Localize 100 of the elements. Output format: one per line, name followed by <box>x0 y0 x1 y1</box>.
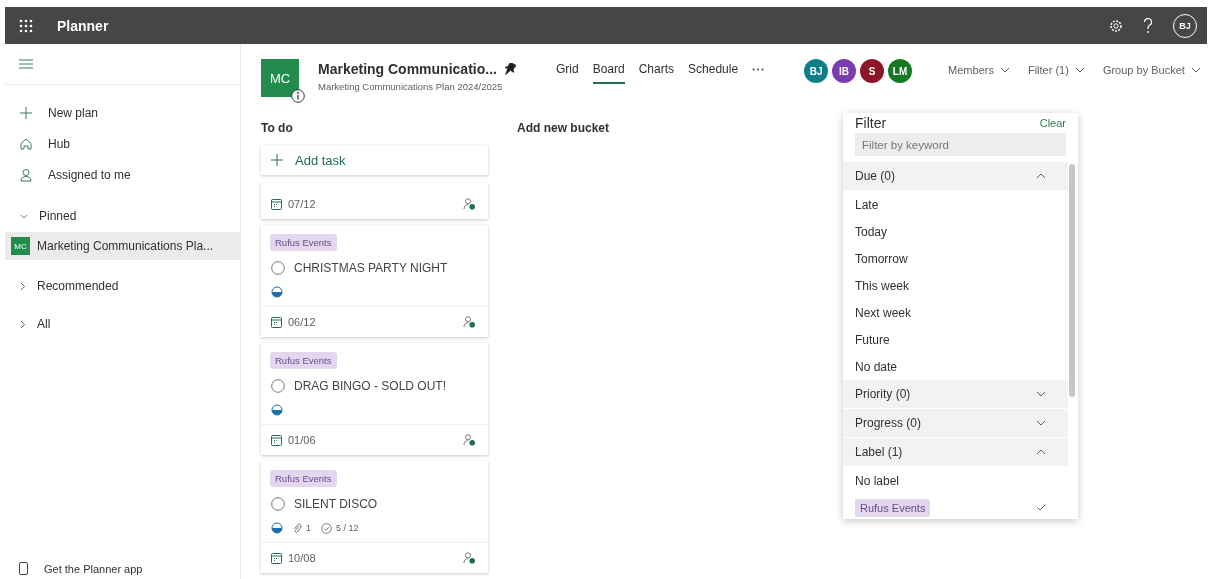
settings-icon[interactable] <box>1109 18 1123 33</box>
member-avatar[interactable]: LM <box>888 59 913 83</box>
filter-section-header[interactable]: Due (0) <box>843 162 1068 190</box>
task-card[interactable]: Rufus Events DRAG BINGO - SOLD OUT! 01/06 <box>261 343 488 455</box>
complete-checkbox[interactable] <box>271 379 285 393</box>
filter-option[interactable]: Late <box>843 191 1068 218</box>
plan-badge: MC <box>11 237 30 255</box>
home-icon <box>19 136 33 151</box>
more-icon[interactable] <box>752 68 765 71</box>
nav-item[interactable]: Assigned to me <box>48 167 131 182</box>
option-label: Late <box>855 197 879 212</box>
assign-icon[interactable] <box>463 434 476 446</box>
assign-icon[interactable] <box>463 316 476 328</box>
task-card[interactable]: Rufus Events SILENT DISCO 1 5 / 12 10/08 <box>261 461 488 573</box>
calendar-icon <box>271 316 282 328</box>
complete-checkbox[interactable] <box>271 261 285 275</box>
section-header[interactable]: Recommended <box>37 279 119 293</box>
chevron-icon[interactable] <box>20 319 26 329</box>
bucket-title: To do <box>261 120 294 137</box>
task-title: CHRISTMAS PARTY NIGHT <box>294 261 448 275</box>
toolbar-dropdown[interactable]: Members <box>948 64 1010 76</box>
chevron-icon[interactable] <box>1036 449 1046 455</box>
nav-item[interactable]: New plan <box>48 105 99 120</box>
filter-option[interactable]: No label <box>843 467 1068 494</box>
filter-option[interactable]: Today <box>843 218 1068 245</box>
scrollbar[interactable] <box>1069 164 1075 397</box>
option-label: Today <box>855 224 888 239</box>
task-card[interactable]: 07/12 <box>261 183 488 219</box>
calendar-icon <box>271 198 282 210</box>
pin-icon[interactable] <box>503 62 516 76</box>
chevron-icon[interactable] <box>20 281 26 291</box>
due-date: 01/06 <box>288 434 316 446</box>
phone-icon[interactable] <box>19 562 28 575</box>
add-task-button[interactable]: Add task <box>261 145 488 175</box>
member-avatar[interactable]: BJ <box>804 59 829 83</box>
filter-section-header[interactable]: Progress (0) <box>843 409 1068 437</box>
add-bucket-link[interactable]: Add new bucket <box>517 117 609 139</box>
check-icon <box>1037 504 1046 511</box>
filter-option[interactable]: Future <box>843 326 1068 353</box>
option-label: Tomorrow <box>855 251 908 266</box>
nav-item[interactable]: Hub <box>48 136 70 151</box>
label-tag: Rufus Events <box>270 352 337 369</box>
view-tab[interactable]: Schedule <box>688 62 739 84</box>
view-tab[interactable]: Grid <box>556 62 579 84</box>
filter-option[interactable]: Rufus Events <box>843 494 1068 519</box>
label-tag: Rufus Events <box>270 470 337 487</box>
help-icon[interactable] <box>1143 17 1153 34</box>
info-icon[interactable] <box>291 89 305 103</box>
filter-section-header[interactable]: Label (1) <box>843 438 1068 466</box>
filter-title: Filter <box>855 115 887 131</box>
option-label: This week <box>855 278 910 293</box>
section-header[interactable]: Pinned <box>39 209 77 223</box>
section-header[interactable]: All <box>37 317 51 331</box>
checklist-count: 5 / 12 <box>336 523 359 533</box>
chevron-icon <box>1074 67 1085 73</box>
plan-title: Marketing Communicatio... <box>318 61 497 77</box>
plan-item[interactable]: MC Marketing Communications Pla... <box>5 232 240 260</box>
view-tab[interactable]: Board <box>592 62 625 84</box>
filter-option[interactable]: No date <box>843 353 1068 380</box>
label-tag: Rufus Events <box>855 498 931 517</box>
filter-option[interactable]: This week <box>843 272 1068 299</box>
assign-icon[interactable] <box>463 552 476 564</box>
chevron-icon[interactable] <box>20 213 28 219</box>
checklist-icon <box>321 522 332 534</box>
plus-icon <box>271 154 283 166</box>
toolbar-dropdown[interactable]: Filter (1) <box>1027 64 1085 76</box>
chevron-icon[interactable] <box>1036 420 1046 426</box>
app-name: Planner <box>57 17 110 34</box>
toolbar-dropdown[interactable]: Group by Bucket <box>1102 64 1201 76</box>
calendar-icon <box>271 434 282 446</box>
get-app-link[interactable]: Get the Planner app <box>44 562 143 575</box>
option-label: Future <box>855 332 890 347</box>
clear-link[interactable]: Clear <box>1039 117 1066 129</box>
plus-icon <box>19 105 33 120</box>
due-date: 07/12 <box>288 198 316 210</box>
filter-section-header[interactable]: Priority (0) <box>843 380 1068 408</box>
chevron-icon[interactable] <box>1036 173 1046 179</box>
app-launcher-icon[interactable] <box>19 18 33 33</box>
label-tag: Rufus Events <box>270 234 337 251</box>
option-label: No label <box>855 473 900 488</box>
task-title: DRAG BINGO - SOLD OUT! <box>294 379 446 393</box>
attachment-count: 1 <box>306 523 311 533</box>
option-label: No date <box>855 359 898 374</box>
chevron-icon <box>1190 67 1201 73</box>
view-tab[interactable]: Charts <box>638 62 675 84</box>
due-date: 06/12 <box>288 316 316 328</box>
filter-option[interactable]: Next week <box>843 299 1068 326</box>
filter-option[interactable]: Tomorrow <box>843 245 1068 272</box>
chevron-icon[interactable] <box>1036 391 1046 397</box>
plan-subtitle: Marketing Communications Plan 2024/2025 <box>318 81 504 92</box>
keyword-field[interactable]: Filter by keyword <box>855 133 1066 156</box>
chevron-icon <box>999 67 1010 73</box>
member-avatar[interactable]: S <box>860 59 885 83</box>
complete-checkbox[interactable] <box>271 497 285 511</box>
paperclip-icon <box>293 522 302 534</box>
assign-icon[interactable] <box>463 198 476 210</box>
calendar-icon <box>271 552 282 564</box>
task-card[interactable]: Rufus Events CHRISTMAS PARTY NIGHT 06/12 <box>261 225 488 337</box>
member-avatar[interactable]: IB <box>832 59 857 83</box>
option-label: Next week <box>855 305 912 320</box>
